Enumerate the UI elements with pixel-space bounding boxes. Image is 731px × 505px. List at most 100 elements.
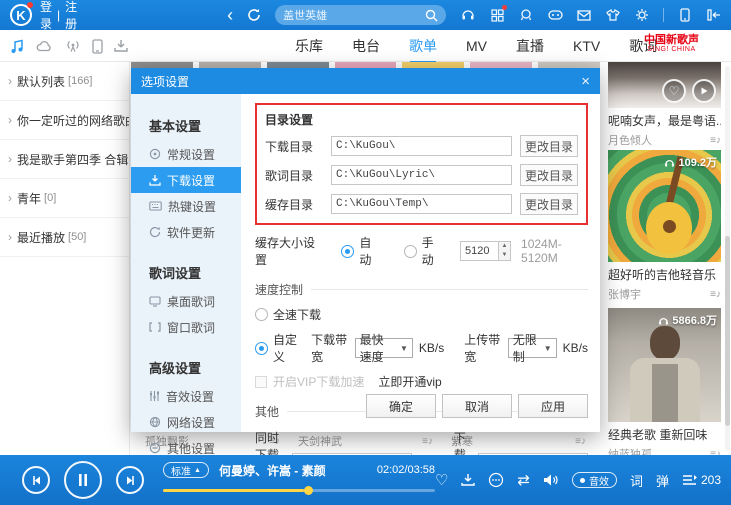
vip-activate-link[interactable]: 立即开通vip: [378, 373, 441, 390]
dialog-close-icon[interactable]: ×: [581, 73, 590, 90]
cache-manual-radio[interactable]: 手动: [404, 234, 440, 268]
change-download-dir-button[interactable]: 更改目录: [520, 135, 578, 157]
cache-dir-input[interactable]: [331, 194, 512, 214]
custom-speed-radio[interactable]: 自定义: [255, 331, 297, 365]
favorite-heart-icon[interactable]: ♡: [435, 471, 448, 489]
local-music-icon[interactable]: [10, 39, 25, 54]
card-cover-image[interactable]: ♡: [608, 62, 721, 108]
skin-icon[interactable]: [605, 7, 621, 23]
sidebar-item-recent[interactable]: › 最近播放 [50]: [0, 218, 129, 257]
radio-selected-icon[interactable]: [255, 342, 268, 355]
music-list-icon[interactable]: ≡♪: [710, 135, 721, 146]
favorite-heart-icon[interactable]: ♡: [662, 79, 686, 103]
cache-auto-radio[interactable]: 自动: [341, 234, 377, 268]
previous-track-button[interactable]: [22, 466, 50, 494]
login-link[interactable]: 登录: [40, 0, 52, 32]
spinner-down-icon[interactable]: ▼: [499, 251, 510, 260]
quality-selector[interactable]: 标准 ▲: [163, 462, 209, 478]
play-order-icon[interactable]: ⇄: [517, 471, 530, 489]
download-manager-icon[interactable]: [114, 39, 128, 53]
change-cache-dir-button[interactable]: 更改目录: [520, 193, 578, 215]
back-icon[interactable]: ‹: [227, 6, 233, 24]
down-bandwidth-select[interactable]: 最快速度 ▼: [355, 338, 413, 358]
menu-item-download[interactable]: 下载设置: [131, 167, 241, 193]
cache-size-input[interactable]: [460, 241, 498, 261]
sidebar-item-singer-s4[interactable]: › 我是歌手第四季 合辑 [124: [0, 140, 129, 179]
menu-item-update[interactable]: 软件更新: [131, 219, 241, 245]
scrollbar-thumb[interactable]: [725, 236, 730, 426]
mail-icon[interactable]: [576, 7, 592, 23]
more-options-icon[interactable]: [488, 472, 504, 488]
sidebar-item-youth[interactable]: › 青年 [0]: [0, 179, 129, 218]
tab-live[interactable]: 直播: [516, 36, 544, 56]
radio-unselected-icon[interactable]: [255, 308, 268, 321]
card-author[interactable]: 张博宇: [608, 286, 641, 302]
lyrics-toggle[interactable]: 词: [630, 471, 643, 490]
mobile-icon[interactable]: [677, 7, 693, 23]
search-input[interactable]: [283, 9, 425, 21]
menu-item-window-lyrics[interactable]: 窗口歌词: [131, 314, 241, 340]
card-title[interactable]: 经典老歌 重新回味: [608, 426, 721, 443]
now-playing-title[interactable]: 何曼婷、许嵩 - 素颜: [219, 462, 326, 479]
register-link[interactable]: 注册: [65, 0, 77, 32]
menu-item-general[interactable]: 常规设置: [131, 141, 241, 167]
menu-item-hotkey[interactable]: 热键设置: [131, 193, 241, 219]
sound-effect-toggle[interactable]: 音效: [572, 472, 617, 488]
device-transfer-icon[interactable]: [92, 39, 103, 54]
full-speed-radio[interactable]: 全速下载: [255, 306, 321, 323]
menu-item-desktop-lyrics[interactable]: 桌面歌词: [131, 288, 241, 314]
card-author[interactable]: 月色倾人: [608, 132, 652, 148]
search-icon[interactable]: [425, 9, 438, 22]
radio-selected-icon[interactable]: [341, 245, 354, 258]
play-queue-button[interactable]: 203: [682, 473, 721, 487]
card-author[interactable]: 纳蓝独孤: [608, 446, 652, 455]
volume-icon[interactable]: [543, 473, 559, 487]
tab-music-library[interactable]: 乐库: [295, 36, 323, 56]
menu-item-sound-effect[interactable]: 音效设置: [131, 383, 241, 409]
settings-gear-icon[interactable]: [634, 7, 650, 23]
danmu-toggle[interactable]: 弹: [656, 471, 669, 490]
apply-button[interactable]: 应用: [518, 394, 588, 418]
tab-ktv[interactable]: KTV: [573, 38, 600, 54]
recommend-card-3[interactable]: 5866.8万 经典老歌 重新回味 纳蓝独孤 ≡♪: [608, 308, 721, 455]
tab-playlist[interactable]: 歌单: [409, 36, 437, 56]
ok-button[interactable]: 确定: [366, 394, 436, 418]
progress-bar[interactable]: [163, 489, 435, 492]
live-show-icon[interactable]: [518, 7, 534, 23]
up-bandwidth-select[interactable]: 无限制 ▼: [508, 338, 557, 358]
sidebar-item-network-songs[interactable]: › 你一定听过的网络歌曲 [20: [0, 101, 129, 140]
spinner-up-icon[interactable]: ▲: [499, 242, 510, 251]
sidebar-item-default-list[interactable]: › 默认列表 [166]: [0, 62, 129, 101]
play-circle-icon[interactable]: [692, 79, 716, 103]
download-song-icon[interactable]: [461, 473, 475, 487]
vip-checkbox[interactable]: [255, 376, 267, 388]
recommend-card-1[interactable]: ♡ 呢喃女声，最是粤语... 月色倾人 ≡♪: [608, 62, 721, 148]
download-dir-input[interactable]: [331, 136, 512, 156]
recommend-card-2[interactable]: 109.2万 超好听的吉他轻音乐 张博宇 ≡♪: [608, 150, 721, 302]
progress-knob[interactable]: [304, 486, 313, 495]
kugou-logo[interactable]: K: [10, 4, 32, 26]
cloud-music-icon[interactable]: [36, 40, 53, 52]
card-cover-image[interactable]: 5866.8万: [608, 308, 721, 422]
vertical-scrollbar[interactable]: [725, 66, 730, 451]
cancel-button[interactable]: 取消: [442, 394, 512, 418]
card-cover-image[interactable]: 109.2万: [608, 150, 721, 262]
dialog-header[interactable]: 选项设置 ×: [131, 68, 600, 94]
mini-mode-icon[interactable]: [706, 7, 722, 23]
pause-button[interactable]: [64, 461, 102, 499]
change-lyric-dir-button[interactable]: 更改目录: [520, 164, 578, 186]
menu-item-network[interactable]: 网络设置: [131, 409, 241, 435]
tab-radio[interactable]: 电台: [352, 36, 380, 56]
card-title[interactable]: 呢喃女声，最是粤语...: [608, 112, 721, 129]
music-list-icon[interactable]: ≡♪: [710, 289, 721, 300]
radio-icon[interactable]: [65, 39, 81, 53]
tab-mv[interactable]: MV: [466, 38, 487, 54]
refresh-icon[interactable]: [247, 8, 261, 22]
sing-china-brand[interactable]: 中国新歌声 SING! CHINA: [644, 34, 699, 54]
next-track-button[interactable]: [116, 466, 144, 494]
search-box[interactable]: [275, 5, 446, 25]
apps-grid-icon[interactable]: [489, 7, 505, 23]
game-icon[interactable]: [547, 7, 563, 23]
listen-recognize-icon[interactable]: [460, 7, 476, 23]
card-title[interactable]: 超好听的吉他轻音乐: [608, 266, 721, 283]
